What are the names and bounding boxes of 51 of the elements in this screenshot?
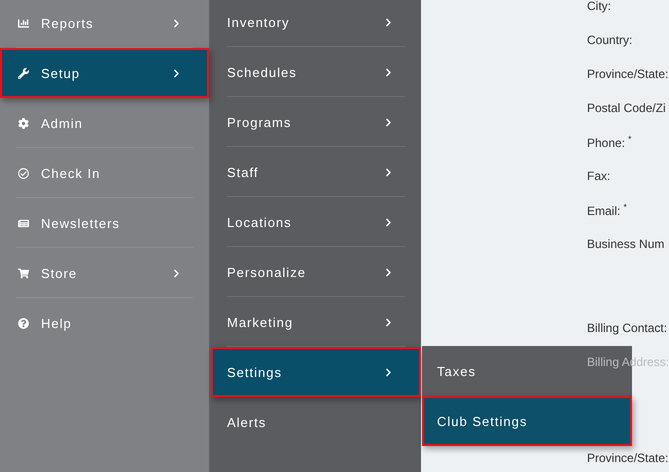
menu-item[interactable]: Club Settings [422,396,632,446]
form-label: Business Num [587,237,664,251]
menu-item[interactable]: Schedules [211,47,421,97]
menu-item-label: Store [41,266,78,280]
menu-item-label: Personalize [227,264,307,280]
menu-item[interactable]: Taxes [437,364,476,378]
menu-item-label: Marketing [227,314,294,330]
form-label: Postal Code/Zi [587,101,666,115]
menu-item[interactable]: Personalize [211,247,421,297]
menu-item[interactable]: Alerts [211,397,421,447]
bar-chart-icon [16,17,30,29]
form-label: Billing Contact: [587,321,668,335]
menu-item[interactable]: Locations [211,197,421,247]
cart-icon [16,267,30,279]
form-label: Province/State: [587,451,668,465]
form-label: City: [587,0,611,13]
menu-item[interactable]: Newsletters [0,198,209,248]
menu-item[interactable]: Check In [0,148,209,198]
menu-item-label: Reports [41,16,95,30]
menu-item-label: Programs [227,114,292,130]
menu-item[interactable]: Reports [0,0,209,48]
menu-item-label: Club Settings [437,414,528,428]
menu-item-label: Help [41,316,73,330]
menu-item[interactable]: Admin [0,98,209,148]
menu-item[interactable]: Help [0,298,209,348]
menu-item-label: Locations [227,214,293,230]
menu-item-label: Staff [227,164,260,180]
menu-item-label: Admin [41,116,84,130]
newspaper-icon [16,217,30,229]
menu-item[interactable]: Programs [211,97,421,147]
menu-item-label: Check In [41,166,102,180]
form-label: Fax: [587,169,610,183]
wrench-icon [16,67,30,79]
menu-item[interactable]: Marketing [211,297,421,347]
menu-item[interactable]: Store [0,248,209,298]
help-icon [16,317,30,329]
form-label: Phone: $^{*}$ [587,134,632,150]
menu-item[interactable]: Setup [0,48,209,98]
menu-item[interactable]: Settings [211,347,421,397]
menu-item-label: Alerts [227,414,268,430]
form-label: Province/State: [587,67,668,81]
menu-item-label: Settings [227,364,283,380]
menu-item-label: Setup [41,66,81,80]
form-label: Email: $^{*}$ [587,202,627,218]
gear-icon [16,117,30,129]
menu-item[interactable]: Staff [211,147,421,197]
menu-item-label: Schedules [227,64,298,80]
menu-item-label: Newsletters [41,216,121,230]
menu-item[interactable]: Inventory [211,0,421,47]
form-label: Country: [587,33,632,47]
menu-item-label: Inventory [227,14,290,30]
